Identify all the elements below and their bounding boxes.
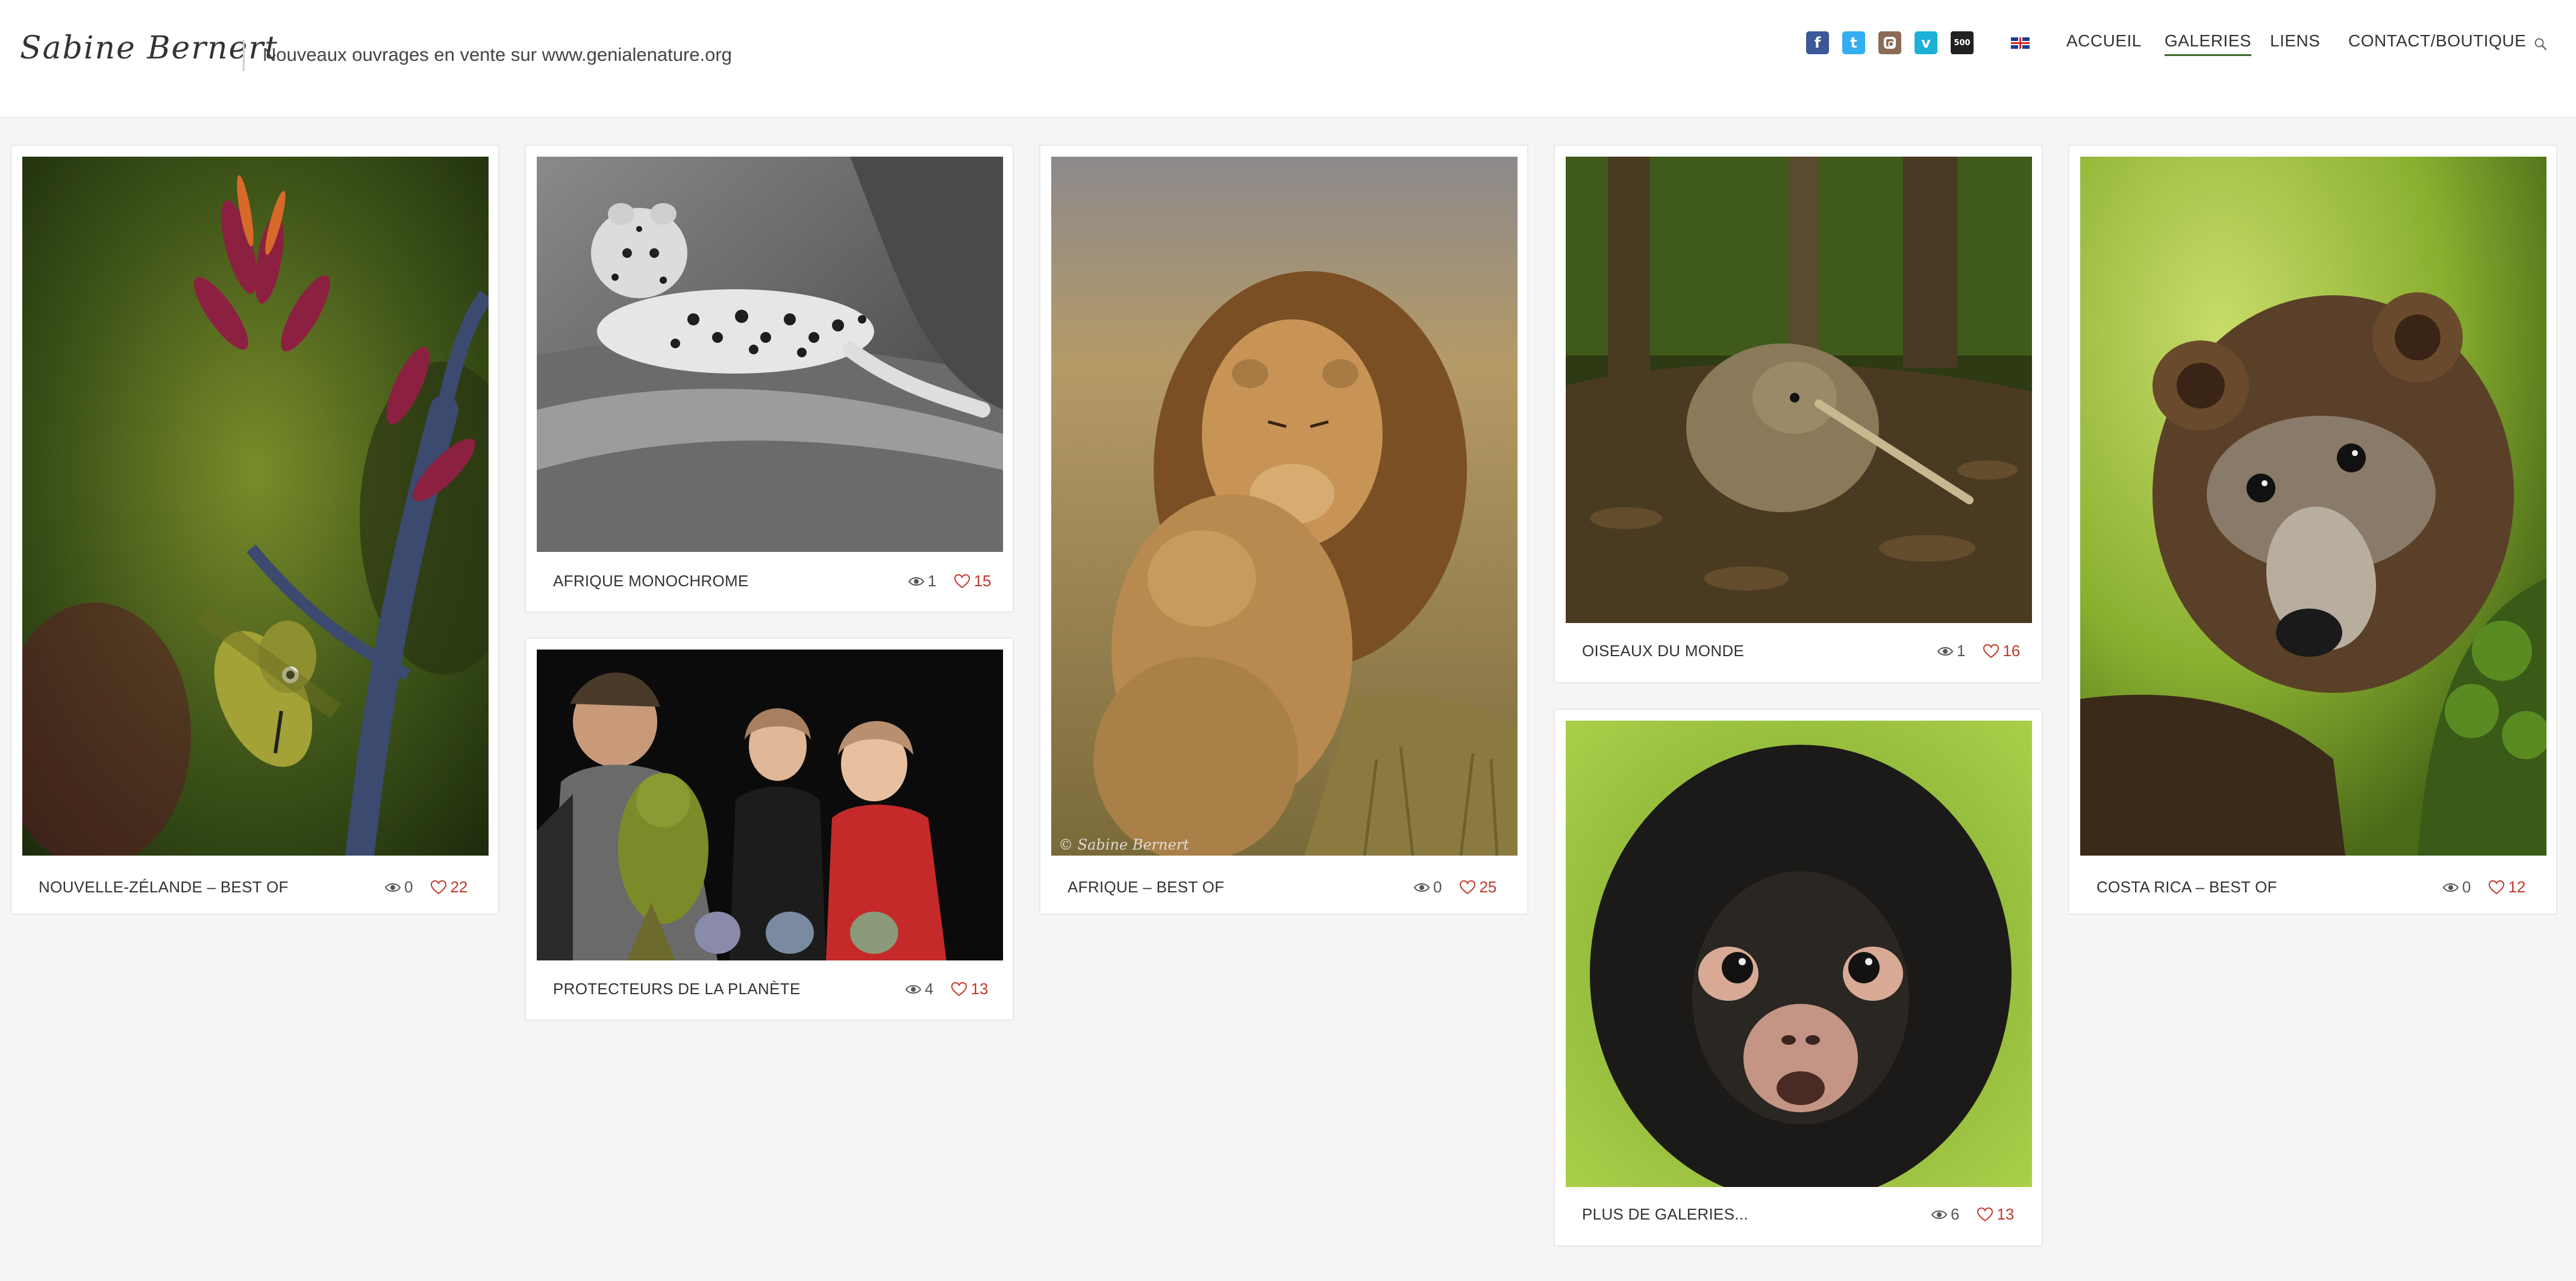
heart-icon[interactable] [2489, 880, 2505, 895]
gallery-stats: 1 15 [908, 572, 991, 590]
heart-icon[interactable] [1983, 644, 1999, 659]
views-value: 1 [1957, 642, 1966, 660]
heart-icon[interactable] [431, 880, 447, 895]
likes-count[interactable]: 15 [954, 572, 991, 590]
views-value: 0 [404, 878, 413, 896]
vimeo-icon[interactable]: v [1915, 31, 1937, 54]
heart-icon[interactable] [1460, 880, 1476, 895]
heart-icon[interactable] [951, 982, 968, 997]
likes-value: 16 [2002, 642, 2021, 660]
views-count: 0 [1414, 878, 1442, 897]
500px-icon[interactable]: 500 [1951, 31, 1974, 54]
gallery-thumbnail-tui-bird[interactable] [22, 157, 489, 856]
gallery-thumbnail-monkey[interactable] [1566, 721, 2032, 1187]
views-value: 0 [2462, 878, 2471, 896]
views-count: 1 [908, 572, 936, 590]
watermark-text: © Sabine Bernert [1058, 836, 1189, 853]
eye-icon [908, 577, 924, 586]
site-tagline: Nouveaux ouvrages en vente sur www.genia… [263, 44, 732, 65]
eye-icon [1414, 883, 1430, 892]
likes-count[interactable]: 25 [1460, 878, 1496, 897]
gallery-stats: 6 13 [1931, 1205, 2014, 1224]
search-icon[interactable] [2534, 37, 2547, 51]
twitter-icon[interactable]: t [1842, 31, 1865, 54]
views-value: 0 [1433, 878, 1442, 896]
gallery-stats: 4 13 [905, 980, 988, 998]
gallery-card-costa-rica[interactable]: COSTA RICA – BEST OF 0 12 [2068, 145, 2557, 915]
site-logo[interactable]: Sabine Bernert [20, 30, 278, 66]
gallery-stats: 1 16 [1937, 642, 2020, 660]
eye-icon [2443, 883, 2459, 892]
nav-galeries[interactable]: GALERIES [2165, 31, 2252, 56]
views-count: 6 [1931, 1205, 1959, 1224]
eye-icon [1937, 647, 1953, 656]
gallery-title[interactable]: AFRIQUE MONOCHROME [553, 572, 749, 590]
views-value: 1 [928, 572, 937, 590]
views-value: 6 [1951, 1205, 1960, 1223]
gallery-card-oiseaux[interactable]: OISEAUX DU MONDE 1 16 [1554, 145, 2043, 683]
logo-divider [243, 40, 245, 71]
gallery-card-nouvelle-zelande[interactable]: NOUVELLE-ZÉLANDE – BEST OF 0 22 [10, 145, 499, 915]
gallery-card-afrique[interactable]: © Sabine Bernert AFRIQUE – BEST OF 0 25 [1039, 145, 1528, 915]
nav-contact-boutique[interactable]: CONTACT/BOUTIQUE [2348, 31, 2526, 54]
nav-liens[interactable]: LIENS [2270, 31, 2320, 54]
views-value: 4 [925, 980, 934, 998]
gallery-card-plus-de-galeries[interactable]: PLUS DE GALERIES... 6 13 [1554, 709, 2043, 1247]
site-header: Sabine Bernert Nouveaux ouvrages en vent… [0, 0, 2576, 118]
heart-icon[interactable] [1977, 1207, 1993, 1222]
likes-count[interactable]: 13 [1977, 1205, 2014, 1224]
gallery-title[interactable]: PLUS DE GALERIES... [1582, 1205, 1748, 1224]
gallery-card-protecteurs[interactable]: PROTECTEURS DE LA PLANÈTE 4 13 [525, 637, 1014, 1021]
gallery-stats: 0 22 [385, 878, 467, 897]
likes-value: 25 [1479, 878, 1497, 896]
gallery-stats: 0 25 [1414, 878, 1496, 897]
likes-value: 13 [971, 980, 989, 998]
gallery-thumbnail-kakapo[interactable] [537, 650, 1003, 960]
gallery-title[interactable]: AFRIQUE – BEST OF [1068, 878, 1224, 897]
gallery-thumbnail-leopard[interactable] [537, 157, 1003, 552]
likes-value: 15 [974, 572, 992, 590]
instagram-icon[interactable] [1878, 31, 1901, 54]
gallery-thumbnail-kiwi[interactable] [1566, 157, 2032, 623]
likes-value: 22 [450, 878, 468, 896]
views-count: 4 [905, 980, 933, 998]
likes-count[interactable]: 12 [2489, 878, 2525, 897]
likes-count[interactable]: 22 [431, 878, 467, 897]
heart-icon[interactable] [954, 574, 971, 589]
eye-icon [905, 985, 921, 994]
gallery-title[interactable]: NOUVELLE-ZÉLANDE – BEST OF [39, 878, 289, 897]
gallery-title[interactable]: OISEAUX DU MONDE [1582, 642, 1744, 660]
eye-icon [385, 883, 401, 892]
gallery-title[interactable]: PROTECTEURS DE LA PLANÈTE [553, 980, 801, 998]
likes-value: 12 [2508, 878, 2526, 896]
gallery-title[interactable]: COSTA RICA – BEST OF [2096, 878, 2277, 897]
views-count: 0 [385, 878, 413, 897]
nav-accueil[interactable]: ACCUEIL [2066, 31, 2142, 54]
uk-flag-icon[interactable] [2011, 37, 2030, 49]
gallery-stats: 0 12 [2443, 878, 2525, 897]
facebook-icon[interactable]: f [1806, 31, 1829, 54]
gallery-card-afrique-monochrome[interactable]: AFRIQUE MONOCHROME 1 15 [525, 145, 1014, 613]
gallery-thumbnail-lion[interactable]: © Sabine Bernert [1051, 157, 1518, 856]
gallery-thumbnail-coati[interactable] [2080, 157, 2546, 856]
views-count: 0 [2443, 878, 2471, 897]
views-count: 1 [1937, 642, 1965, 660]
likes-count[interactable]: 16 [1983, 642, 2020, 660]
likes-value: 13 [1996, 1205, 2015, 1223]
eye-icon [1931, 1210, 1947, 1219]
likes-count[interactable]: 13 [951, 980, 988, 998]
